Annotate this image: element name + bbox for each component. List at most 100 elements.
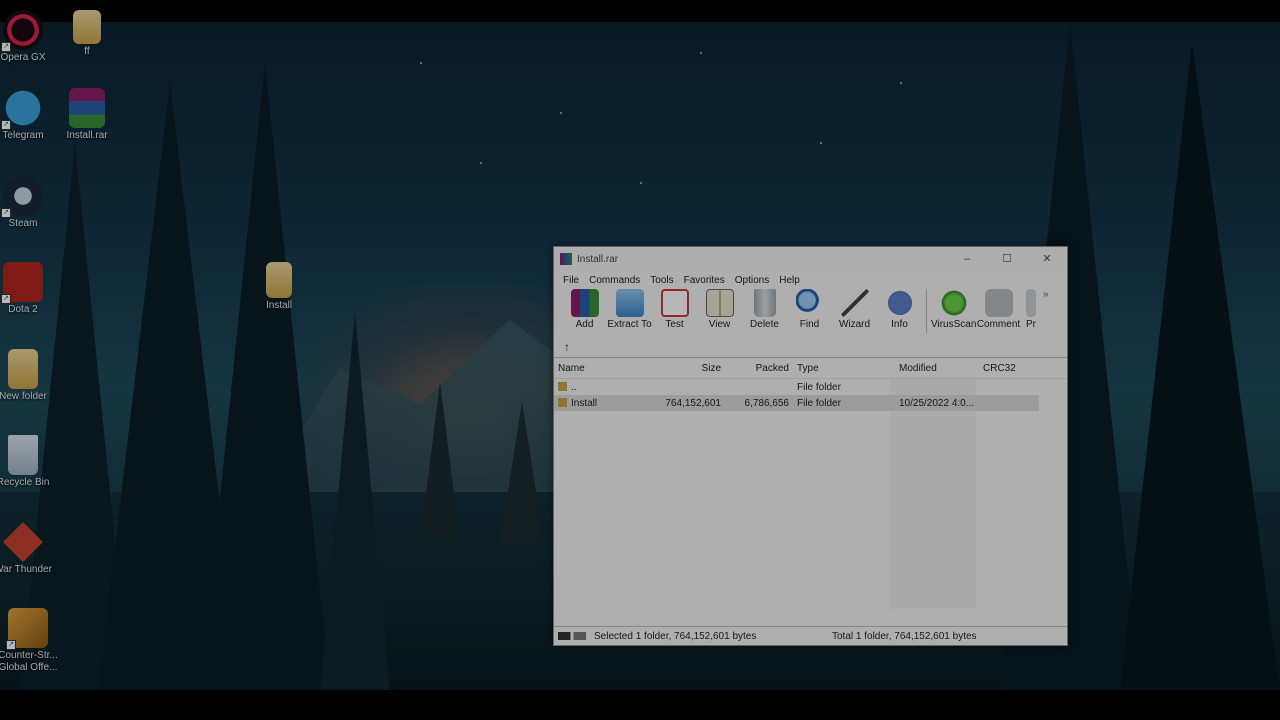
address-bar: ↑ — [554, 337, 1067, 358]
toolbar-label: Info — [891, 319, 908, 330]
row-type: File folder — [797, 397, 841, 409]
desktop-icon-steam[interactable]: ↗ Steam — [0, 176, 54, 229]
toolbar-label: Add — [575, 319, 594, 330]
desktop-icon-label: Telegram — [2, 130, 44, 141]
desktop-icon-label: Opera GX — [0, 52, 46, 63]
table-row[interactable]: .. File folder — [554, 379, 1067, 395]
maximize-button[interactable]: ☐ — [987, 247, 1027, 271]
protect-button[interactable]: Pr — [1021, 289, 1041, 330]
star — [560, 112, 562, 114]
folder-icon — [266, 262, 292, 298]
toolbar-separator — [926, 289, 927, 333]
winrar-window[interactable]: Install.rar – ☐ ✕ File Commands Tools Fa… — [553, 246, 1068, 646]
column-header-modified[interactable]: Modified — [895, 363, 979, 374]
toolbar-label: Wizard — [838, 319, 871, 330]
desktop-icon-install-folder[interactable]: Install — [248, 262, 310, 311]
find-button[interactable]: Find — [787, 289, 832, 330]
toolbar-label: Extract To — [607, 319, 652, 330]
shortcut-arrow-icon: ↗ — [1, 208, 11, 218]
desktop-icon-label: War Thunder — [0, 564, 52, 575]
title-bar[interactable]: Install.rar – ☐ ✕ — [554, 247, 1067, 271]
column-header-size[interactable]: Size — [658, 363, 725, 374]
protect-icon — [1026, 289, 1036, 317]
desktop-icon-label: Install.rar — [66, 130, 108, 141]
dota2-icon: ↗ — [1, 262, 43, 304]
menu-tools[interactable]: Tools — [645, 275, 678, 286]
add-button[interactable]: Add — [562, 289, 607, 330]
up-arrow-icon[interactable]: ↑ — [564, 340, 570, 354]
table-row[interactable]: Install 764,152,601 6,786,656 File folde… — [554, 395, 1039, 411]
shortcut-arrow-icon: ↗ — [1, 294, 11, 304]
add-icon — [570, 289, 599, 317]
menu-favorites[interactable]: Favorites — [679, 275, 730, 286]
row-name: Install — [571, 397, 598, 409]
telegram-icon: ↗ — [1, 88, 43, 130]
menu-commands[interactable]: Commands — [584, 275, 645, 286]
test-button[interactable]: Test — [652, 289, 697, 330]
star — [480, 162, 482, 164]
delete-button[interactable]: Delete — [742, 289, 787, 330]
star — [900, 82, 902, 84]
toolbar-overflow-button[interactable]: » — [1043, 289, 1049, 300]
folder-icon — [8, 349, 38, 389]
close-button[interactable]: ✕ — [1027, 247, 1067, 271]
desktop-icon-label: Counter-Str... Global Offe... — [0, 650, 58, 673]
toolbar-label: Test — [665, 319, 684, 330]
extract-to-button[interactable]: Extract To — [607, 289, 652, 330]
toolbar-label: Pr — [1026, 319, 1036, 330]
star — [640, 182, 642, 184]
opera-gx-icon: ↗ — [1, 10, 43, 52]
menu-options[interactable]: Options — [730, 275, 774, 286]
desktop-icon-csgo[interactable]: ↗ Counter-Str... Global Offe... — [0, 608, 64, 674]
virusscan-button[interactable]: VirusScan — [931, 289, 976, 330]
test-icon — [660, 289, 689, 317]
menu-help[interactable]: Help — [774, 275, 805, 286]
desktop-icon-label: Recycle Bin — [0, 477, 50, 488]
star — [700, 52, 702, 54]
star — [820, 142, 822, 144]
status-bar: Selected 1 folder, 764,152,601 bytes Tot… — [554, 626, 1067, 645]
desktop-icon-war-thunder[interactable]: ↗ War Thunder — [0, 522, 54, 575]
status-selected: Selected 1 folder, 764,152,601 bytes — [594, 630, 757, 642]
row-name-cell: .. — [554, 382, 658, 393]
file-list-header: Name Size Packed Type Modified CRC32 — [554, 358, 1067, 379]
column-header-packed[interactable]: Packed — [725, 363, 793, 374]
steam-icon: ↗ — [1, 176, 43, 218]
desktop-icon-new-folder[interactable]: New folder — [0, 349, 54, 402]
toolbar: Add Extract To Test View Delete Find Wiz… — [554, 289, 1067, 337]
column-header-crc32[interactable]: CRC32 — [979, 363, 1039, 374]
row-name-cell: Install — [554, 398, 658, 409]
minimize-button[interactable]: – — [947, 247, 987, 271]
pine-tree — [1120, 42, 1280, 690]
toolbar-label: VirusScan — [931, 319, 977, 330]
comment-button[interactable]: Comment — [976, 289, 1021, 330]
row-modified: 10/25/2022 4:0... — [899, 397, 975, 409]
toolbar-label: View — [708, 319, 731, 330]
toolbar-label: Comment — [976, 319, 1021, 330]
menu-file[interactable]: File — [558, 275, 584, 286]
winrar-app-icon — [560, 253, 572, 265]
column-shade — [890, 379, 976, 609]
wizard-button[interactable]: Wizard — [832, 289, 877, 330]
desktop-icon-dota-2[interactable]: ↗ Dota 2 — [0, 262, 54, 315]
file-list[interactable]: .. File folder Install 764,152,601 6,786… — [554, 379, 1067, 609]
desktop-icon-telegram[interactable]: ↗ Telegram — [0, 88, 54, 141]
menu-bar: File Commands Tools Favorites Options He… — [554, 271, 1067, 289]
csgo-icon: ↗ — [6, 608, 48, 650]
info-button[interactable]: Info — [877, 289, 922, 330]
folder-icon — [558, 398, 567, 408]
desktop-icon-install-rar[interactable]: Install.rar — [56, 88, 118, 141]
toolbar-label: Find — [799, 319, 820, 330]
desktop-icon-ff[interactable]: ff — [56, 10, 118, 57]
shortcut-arrow-icon: ↗ — [1, 42, 11, 52]
desktop-icon-recycle-bin[interactable]: Recycle Bin — [0, 435, 54, 488]
view-button[interactable]: View — [697, 289, 742, 330]
column-header-name[interactable]: Name — [554, 363, 658, 374]
row-type: File folder — [797, 381, 841, 393]
column-header-type[interactable]: Type — [793, 363, 895, 374]
folder-icon — [73, 10, 101, 44]
desktop-icon-opera-gx[interactable]: ↗ Opera GX — [0, 10, 54, 63]
desktop-icon-label: New folder — [0, 391, 47, 402]
shortcut-arrow-icon: ↗ — [1, 120, 11, 130]
row-size: 764,152,601 — [665, 397, 721, 409]
